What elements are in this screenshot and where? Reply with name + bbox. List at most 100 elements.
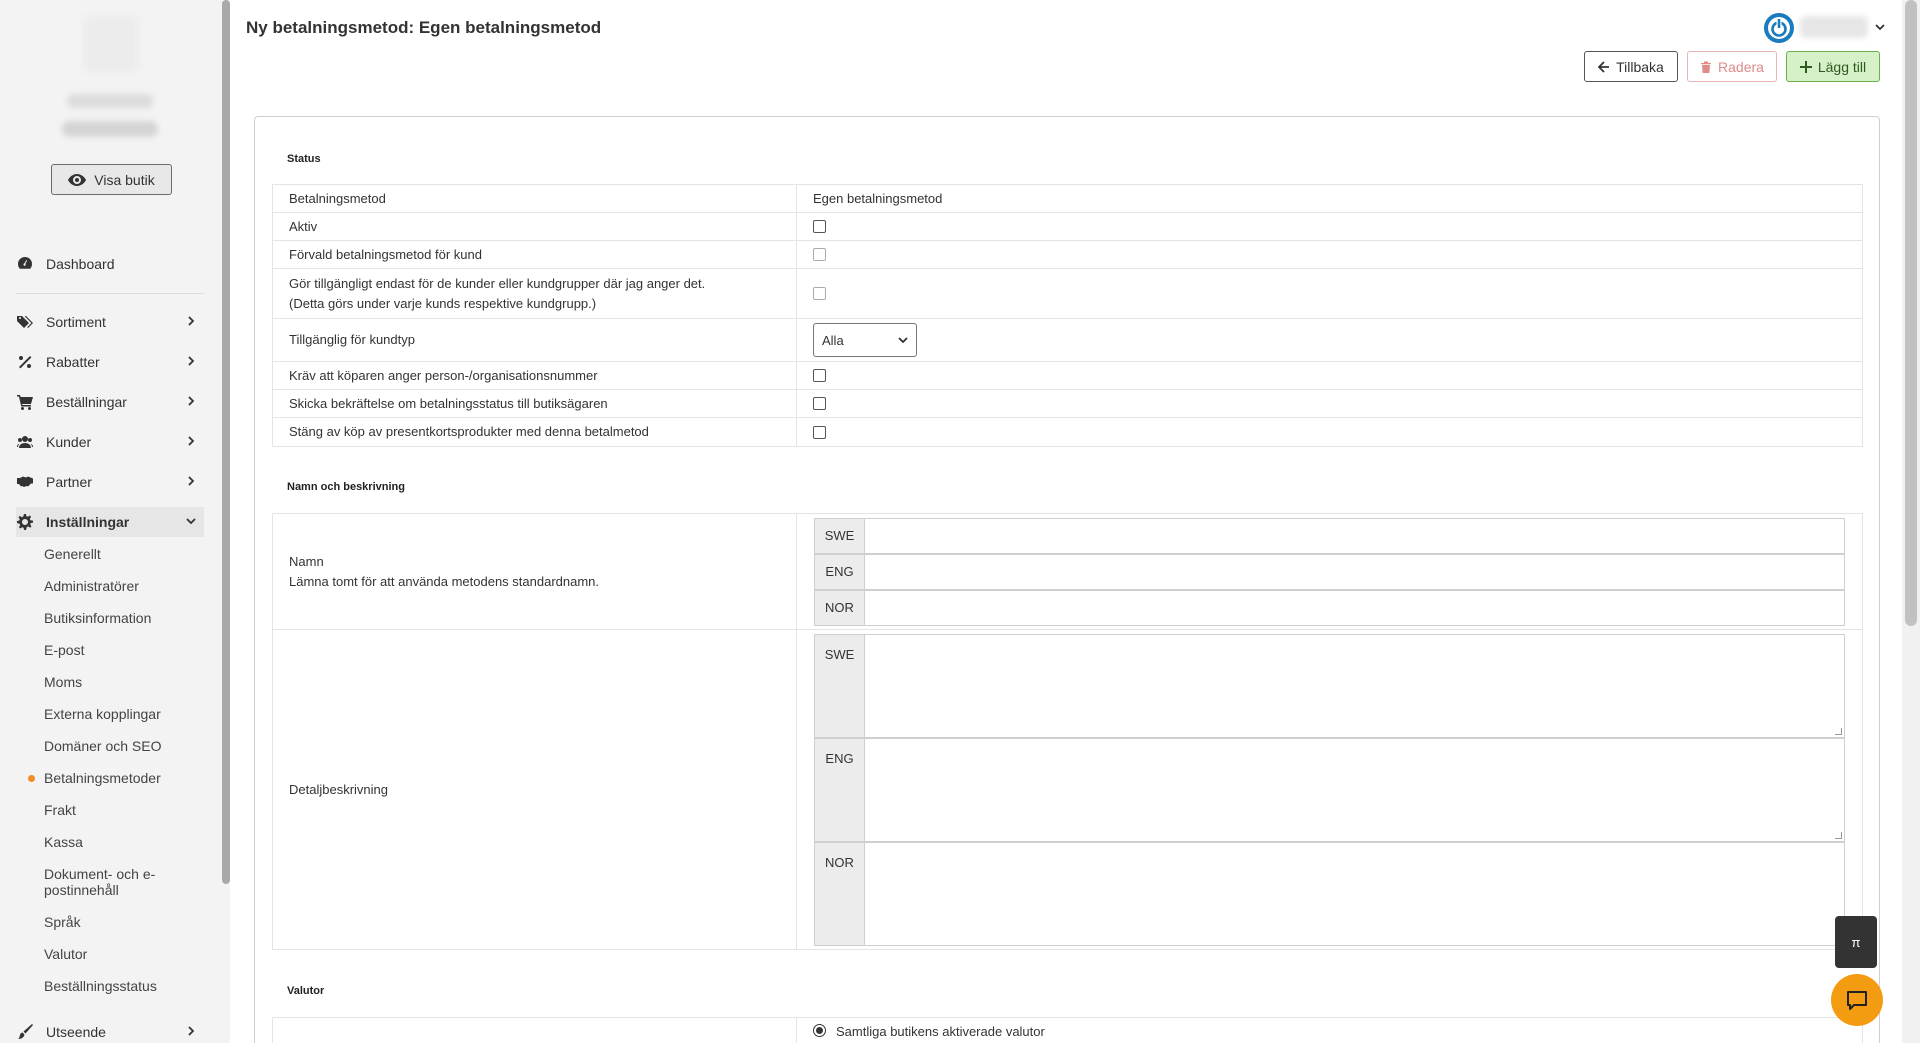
sub-item-externa-kopplingar[interactable]: Externa kopplingar: [44, 706, 174, 722]
sub-item-epost[interactable]: E-post: [44, 642, 174, 658]
row-label-line1: Gör tillgängligt endast för de kunder el…: [289, 275, 706, 291]
nav-bestallningar-label: Beställningar: [46, 394, 127, 410]
scroll-top-button[interactable]: π: [1835, 916, 1877, 968]
cart-icon: [16, 393, 34, 411]
add-button-label: Lägg till: [1817, 58, 1867, 75]
sub-item-valutor[interactable]: Valutor: [44, 946, 174, 962]
chevron-right-icon: [188, 396, 195, 406]
name-hint: Lämna tomt för att använda metodens stan…: [289, 573, 600, 589]
nav-kunder-label: Kunder: [46, 434, 92, 450]
visa-butik-button[interactable]: Visa butik: [51, 164, 172, 195]
store-sub-blurred: [62, 121, 158, 137]
nav-installningar[interactable]: Inställningar: [16, 507, 204, 537]
row-label: Betalningsmetod: [273, 185, 797, 212]
status-table: Betalningsmetod Egen betalningsmetod Akt…: [272, 184, 1863, 447]
sub-item-administratorer[interactable]: Administratörer: [44, 578, 174, 594]
chevron-down-icon[interactable]: [1875, 22, 1885, 32]
name-table: Namn Lämna tomt för att använda metodens…: [272, 513, 1863, 950]
all-currencies-radio[interactable]: [813, 1024, 826, 1037]
name-nor-input[interactable]: [865, 589, 1845, 626]
form-panel: Status Betalningsmetod Egen betalningsme…: [254, 116, 1880, 1043]
send-confirmation-checkbox[interactable]: [813, 397, 826, 410]
restricted-availability-checkbox[interactable]: [813, 287, 826, 300]
aktiv-checkbox[interactable]: [813, 220, 826, 233]
sidebar-scrollbar[interactable]: [222, 0, 230, 1043]
table-row: Stäng av köp av presentkortsprodukter me…: [273, 418, 1862, 446]
detail-swe-textarea[interactable]: [865, 633, 1845, 738]
sub-item-butiksinformation[interactable]: Butiksinformation: [44, 610, 174, 626]
chevron-right-icon: [188, 436, 195, 446]
power-icon[interactable]: [1763, 12, 1795, 44]
currency-section-title: Valutor: [287, 985, 325, 997]
name-eng-group: ENG: [814, 553, 1845, 590]
lang-label: SWE: [814, 517, 865, 554]
nav-dashboard[interactable]: Dashboard: [16, 249, 204, 279]
table-row: Kräv att köparen anger person-/organisat…: [273, 362, 1862, 390]
dashboard-icon: [16, 255, 34, 273]
chevron-right-icon: [188, 476, 195, 486]
eye-icon: [68, 173, 87, 186]
page-scrollbar[interactable]: [1902, 0, 1920, 1043]
nav-sortiment-label: Sortiment: [46, 314, 106, 330]
nav-utseende[interactable]: Utseende: [16, 1017, 204, 1043]
table-row: Skicka bekräftelse om betalningsstatus t…: [273, 390, 1862, 418]
table-row: Betalningsmetod Egen betalningsmetod: [273, 185, 1862, 213]
chevron-down-icon: [898, 337, 908, 344]
sub-item-frakt[interactable]: Frakt: [44, 802, 174, 818]
detail-eng-textarea[interactable]: [865, 737, 1845, 842]
tags-icon: [16, 313, 34, 331]
delete-button[interactable]: Radera: [1687, 51, 1777, 82]
lang-label: ENG: [814, 553, 865, 590]
users-icon: [16, 433, 34, 451]
require-id-number-checkbox[interactable]: [813, 369, 826, 382]
back-button[interactable]: Tillbaka: [1584, 51, 1678, 82]
nav-installningar-label: Inställningar: [46, 514, 130, 530]
sub-item-domaner-seo[interactable]: Domäner och SEO: [44, 738, 174, 754]
name-row-label: Namn Lämna tomt för att använda metodens…: [273, 514, 797, 629]
all-currencies-label: Samtliga butikens aktiverade valutor: [836, 1024, 1045, 1039]
arrow-left-icon: [1598, 60, 1610, 73]
sidebar: Visa butik Dashboard Sortiment Rabatter …: [0, 0, 222, 1043]
chat-button[interactable]: [1831, 974, 1883, 1026]
sub-item-generellt[interactable]: Generellt: [44, 546, 174, 562]
add-button[interactable]: Lägg till: [1786, 51, 1880, 82]
plus-icon: [1799, 60, 1812, 73]
nav-divider: [16, 293, 204, 294]
detail-eng-group: ENG: [814, 737, 1845, 842]
handshake-icon: [16, 473, 34, 491]
name-swe-input[interactable]: [865, 517, 1845, 554]
nav-partner[interactable]: Partner: [16, 467, 204, 497]
sub-item-bestallningsstatus[interactable]: Beställningsstatus: [44, 978, 174, 994]
store-logo: [83, 16, 139, 72]
status-section-title: Status: [287, 153, 321, 165]
disable-giftcard-checkbox[interactable]: [813, 425, 826, 439]
sub-item-betalningsmetoder[interactable]: Betalningsmetoder: [28, 770, 174, 786]
sidebar-scrollbar-thumb[interactable]: [222, 0, 230, 884]
table-row: Samtliga butikens aktiverade valutor: [273, 1018, 1862, 1043]
nav-bestallningar[interactable]: Beställningar: [16, 387, 204, 417]
nav-sortiment[interactable]: Sortiment: [16, 307, 204, 337]
row-label: Skicka bekräftelse om betalningsstatus t…: [273, 390, 797, 417]
page-scrollbar-thumb[interactable]: [1905, 0, 1917, 626]
detail-swe-group: SWE: [814, 633, 1845, 738]
sub-item-sprak[interactable]: Språk: [44, 914, 174, 930]
row-label-line2: (Detta görs under varje kunds respektive…: [289, 295, 597, 311]
sub-item-dokument[interactable]: Dokument- och e-postinnehåll: [44, 866, 164, 898]
lang-label: NOR: [814, 589, 865, 626]
nav-rabatter[interactable]: Rabatter: [16, 347, 204, 377]
sub-item-moms[interactable]: Moms: [44, 674, 174, 690]
nav-utseende-label: Utseende: [46, 1024, 106, 1040]
chevron-down-icon: [186, 518, 196, 525]
default-method-checkbox[interactable]: [813, 248, 826, 261]
customer-type-select[interactable]: Alla: [813, 323, 917, 357]
nav-kunder[interactable]: Kunder: [16, 427, 204, 457]
table-row: Tillgänglig för kundtyp Alla: [273, 319, 1862, 362]
user-name-blurred[interactable]: [1800, 16, 1868, 38]
sub-item-kassa[interactable]: Kassa: [44, 834, 174, 850]
lang-label: NOR: [814, 841, 865, 946]
app-root: Visa butik Dashboard Sortiment Rabatter …: [0, 0, 1920, 1043]
table-row: Namn Lämna tomt för att använda metodens…: [273, 514, 1862, 630]
detail-nor-textarea[interactable]: [865, 841, 1845, 946]
currency-table: Samtliga butikens aktiverade valutor: [272, 1017, 1863, 1043]
name-eng-input[interactable]: [865, 553, 1845, 590]
